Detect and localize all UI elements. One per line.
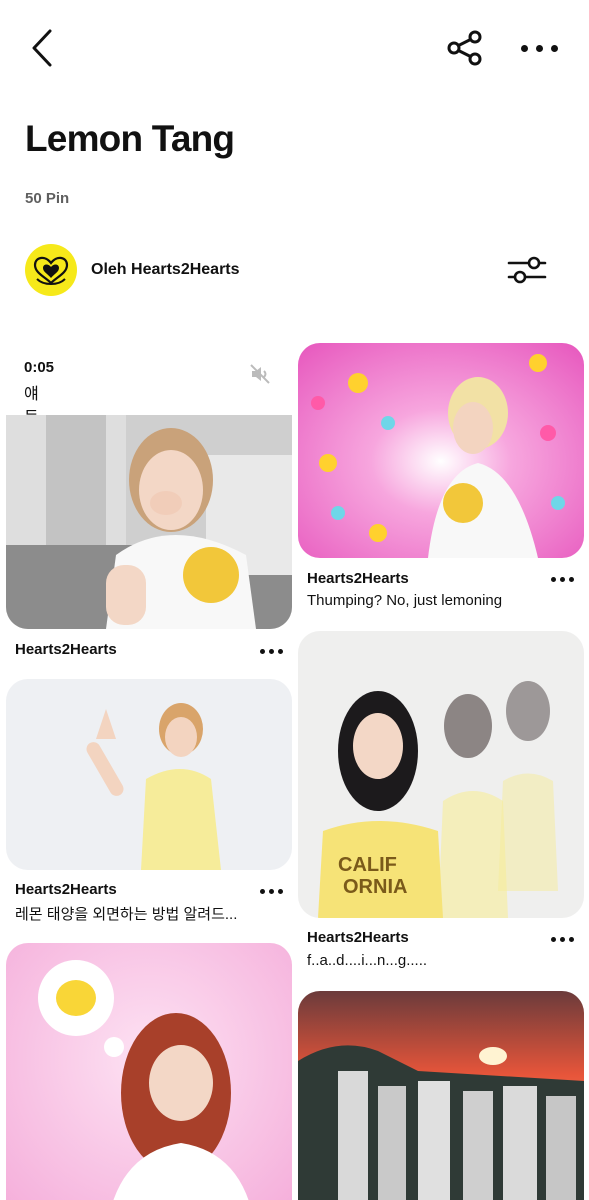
- pin-image[interactable]: CALIF ORNIA: [298, 631, 584, 918]
- pin-more-button[interactable]: [253, 641, 289, 661]
- photo-girl-white-tee: [6, 415, 292, 629]
- pin-author[interactable]: Hearts2Hearts: [15, 881, 117, 898]
- pin-author[interactable]: Hearts2Hearts: [307, 570, 409, 587]
- filter-button[interactable]: [504, 250, 550, 290]
- photo-lemon-dream: [6, 943, 292, 1200]
- chevron-left-icon: [32, 29, 52, 67]
- pin-author[interactable]: Hearts2Hearts: [15, 641, 117, 658]
- pin-image[interactable]: [298, 991, 584, 1200]
- hearts-logo-icon: [33, 256, 69, 286]
- pin-count: 50 Pin: [25, 190, 70, 207]
- back-button[interactable]: [22, 26, 62, 70]
- pin-author[interactable]: Hearts2Hearts: [307, 929, 409, 946]
- photo-yellow-shirt: [6, 679, 292, 870]
- more-horizontal-icon: [550, 576, 574, 582]
- pin-description: Thumping? No, just lemoning: [307, 592, 503, 609]
- sliders-icon: [507, 256, 547, 284]
- pin-more-button[interactable]: [544, 929, 580, 949]
- pin-image[interactable]: [6, 943, 292, 1200]
- share-icon: [447, 30, 482, 66]
- owner-name[interactable]: Oleh Hearts2Hearts: [91, 261, 240, 279]
- pin-description: 레몬 태양을 외면하는 방법 알려드...: [15, 906, 238, 923]
- more-horizontal-icon: [550, 936, 574, 942]
- video-duration: 0:05: [24, 359, 55, 376]
- more-options-button[interactable]: [514, 30, 564, 66]
- volume-mute-icon: [250, 364, 270, 384]
- avatar[interactable]: [25, 244, 77, 296]
- pin-description: f..a..d....i...n...g.....: [307, 952, 428, 969]
- pin-image[interactable]: [298, 343, 584, 558]
- mute-button[interactable]: [246, 360, 274, 388]
- pin-image[interactable]: [6, 415, 292, 629]
- pin-more-button[interactable]: [544, 569, 580, 589]
- photo-sunset-city: [298, 991, 584, 1200]
- more-horizontal-icon: [259, 648, 283, 654]
- pin-image[interactable]: [6, 679, 292, 870]
- share-button[interactable]: [442, 28, 488, 68]
- svg-text:ORNIA: ORNIA: [343, 876, 407, 898]
- board-owner[interactable]: Oleh Hearts2Hearts: [25, 243, 240, 297]
- board-title: Lemon Tang: [25, 118, 235, 159]
- pin-more-button[interactable]: [253, 881, 289, 901]
- photo-three-girls: CALIF ORNIA: [298, 631, 584, 918]
- top-bar: [0, 0, 589, 100]
- photo-pink-hearts: [298, 343, 584, 558]
- more-horizontal-icon: [520, 44, 558, 52]
- svg-text:CALIF: CALIF: [338, 854, 397, 876]
- more-horizontal-icon: [259, 888, 283, 894]
